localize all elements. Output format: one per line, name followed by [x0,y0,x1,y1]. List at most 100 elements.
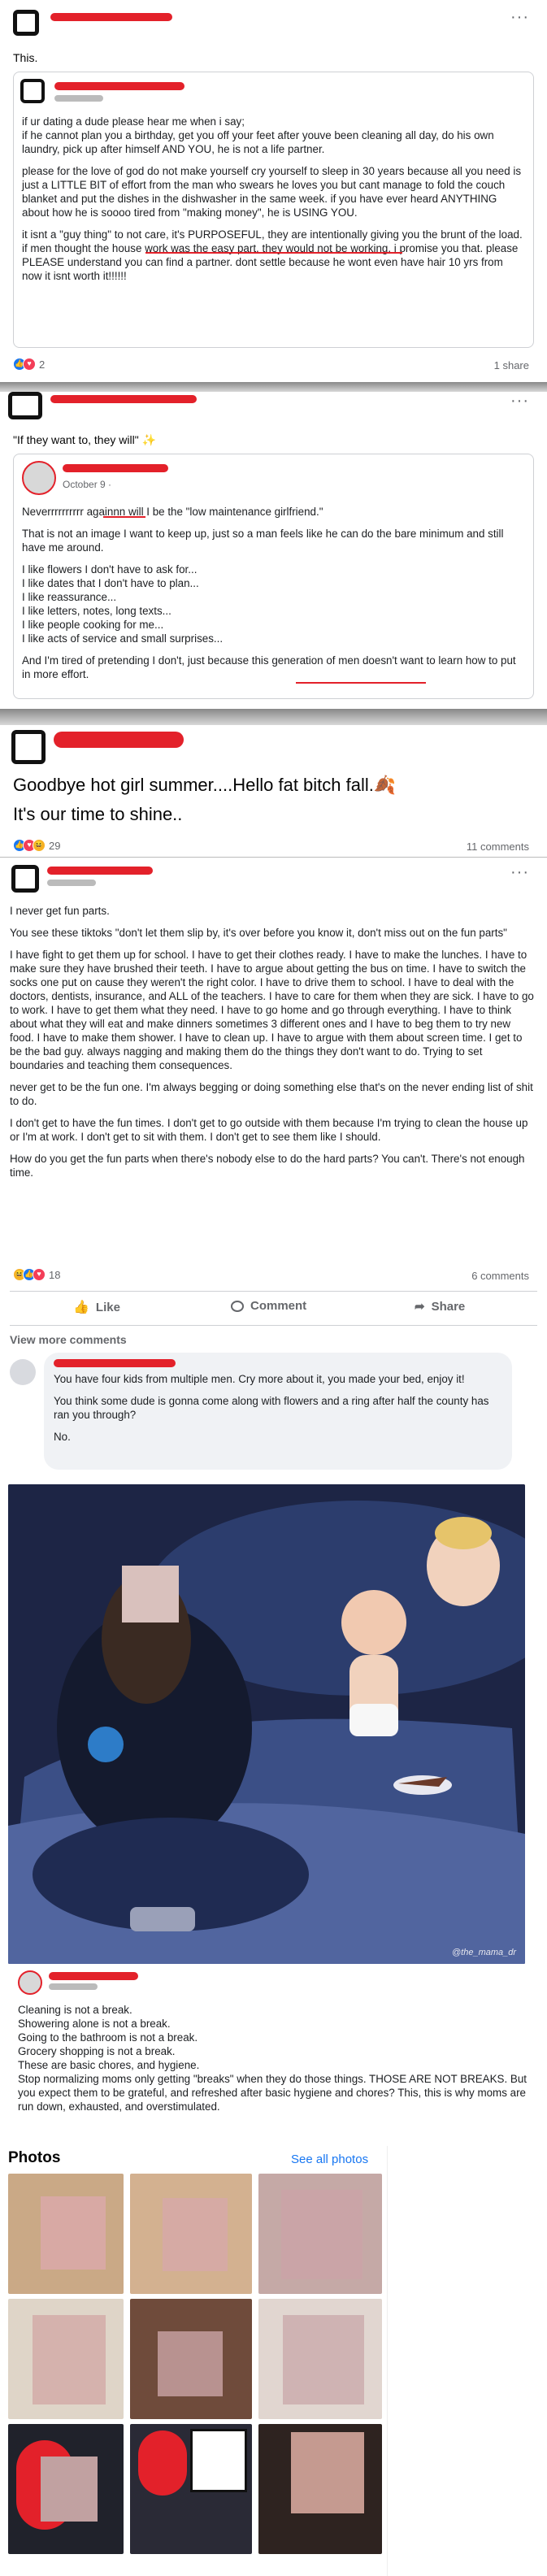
line: These are basic chores, and hygiene. [18,2059,200,2071]
comment-bubble: You have four kids from multiple men. Cr… [44,1353,512,1470]
reactions[interactable]: 😆 👍 ♥ 18 [13,1268,60,1281]
line: Showering alone is not a break. [18,2018,171,2030]
post-body: I never get fun parts. You see these tik… [10,904,536,1188]
comment-line: You have four kids from multiple men. Cr… [54,1373,465,1385]
photo-thumbnail[interactable] [130,2424,252,2554]
share-label: Share [431,1299,466,1314]
card-body: Neverrrrrrrrrr againnn will I be the "lo… [22,505,526,689]
line: Grocery shopping is not a break. [18,2045,176,2057]
redacted-name [47,867,153,875]
divider [10,1325,537,1326]
line: Cleaning is not a break. [18,2004,132,2016]
timestamp [47,880,96,886]
blurred-face [41,2457,98,2522]
blurred-face [163,2198,228,2271]
comment-label: Comment [250,1299,307,1313]
paragraph: if ur dating a dude please hear me when … [22,115,494,155]
love-icon: ♥ [23,358,36,371]
screenshot-page: ··· This. if ur dating a dude please hea… [0,0,547,2576]
paragraph: please for the love of god do not make y… [22,165,522,219]
reaction-count: 18 [49,1268,61,1281]
reactions[interactable]: 👍 ♥ 2 [13,358,45,371]
avatar[interactable] [11,730,46,764]
redacted-name [54,732,184,748]
blurred-face [33,2315,106,2404]
share-button[interactable]: ➦ Share [415,1299,465,1314]
divider [0,857,547,858]
commenter-avatar[interactable] [10,1359,36,1385]
redaction-mark [190,2429,247,2492]
view-more-comments-link[interactable]: View more comments [10,1333,127,1346]
underline-annotation [103,516,145,518]
photo-thumbnail[interactable] [8,2424,124,2554]
post-1: ··· This. if ur dating a dude please hea… [0,0,547,382]
timestamp [49,1983,98,1990]
divider [10,1291,537,1292]
empty-column [387,2146,547,2576]
post-body: Cleaning is not a break. Showering alone… [18,2003,530,2113]
blurred-face [158,2331,223,2396]
like-button[interactable]: 👍 Like [73,1299,120,1315]
avatar[interactable] [13,10,39,36]
photo-thumbnail[interactable] [258,2299,382,2419]
illustration-image[interactable]: @the_mama_dr [8,1484,525,1964]
post-5: @the_mama_dr Cleaning is not a break. Sh… [0,1478,547,2152]
avatar[interactable] [18,1970,42,1995]
post-4: ··· I never get fun parts. You see these… [0,860,547,1478]
more-options-icon[interactable]: ··· [510,392,529,411]
redacted-name [63,464,168,472]
paragraph: Neverrrrrrrrrr againnn will I be the "lo… [22,506,323,518]
share-count[interactable]: 1 share [494,359,529,371]
avatar[interactable] [8,392,42,419]
redacted-name [49,1972,138,1980]
avatar [22,461,56,495]
redacted-name [50,13,172,21]
watermark: @the_mama_dr [452,1948,517,1957]
paragraph: That is not an image I want to keep up, … [22,528,504,554]
like-label: Like [95,1300,120,1314]
reactions[interactable]: 👍 ♥ 😆 29 [13,839,60,852]
shared-post-card[interactable]: October 9 · Neverrrrrrrrrr againnn will … [13,454,534,699]
post-2: ··· "If they want to, they will" ✨ Octob… [0,392,547,709]
blurred-face [281,2190,362,2279]
love-icon: ♥ [33,1268,46,1281]
avatar [20,79,45,103]
paragraph: And I'm tired of pretending I don't, jus… [22,654,516,680]
underline-annotation [296,682,426,684]
photo-thumbnail[interactable] [130,2299,252,2419]
shared-post-card[interactable]: if ur dating a dude please hear me when … [13,72,534,348]
photo-thumbnail[interactable] [258,2174,382,2294]
timestamp [54,95,103,102]
redaction-mark [138,2430,187,2496]
post-text: "If they want to, they will" ✨ [13,433,156,446]
post-text: Goodbye hot girl summer....Hello fat bit… [13,775,397,795]
paragraph: How do you get the fun parts when there'… [10,1153,525,1179]
blurred-face [41,2196,106,2270]
comment-body: You have four kids from multiple men. Cr… [54,1372,506,1452]
photo-thumbnail[interactable] [130,2174,252,2294]
photo-thumbnail[interactable] [258,2424,382,2554]
reaction-count: 2 [39,358,46,371]
line: Going to the bathroom is not a break. [18,2031,198,2044]
comment-button[interactable]: Comment [231,1299,306,1313]
divider [0,382,547,392]
blurred-face [283,2315,364,2404]
redacted-name [54,82,185,90]
thumbs-up-icon: 👍 [73,1301,89,1314]
illustration-art [8,1484,525,1964]
avatar[interactable] [11,865,39,893]
more-options-icon[interactable]: ··· [510,863,529,882]
paragraph: it isnt a "guy thing" to not care, it's … [22,228,523,282]
comment-count[interactable]: 6 comments [471,1270,529,1282]
redacted-name [54,1359,176,1367]
photo-thumbnail[interactable] [8,2174,124,2294]
see-all-photos-link[interactable]: See all photos [291,2152,368,2166]
comment-line: No. [54,1431,71,1443]
comment-count[interactable]: 11 comments [467,841,529,853]
more-options-icon[interactable]: ··· [510,8,529,27]
share-icon: ➦ [415,1300,425,1314]
photo-thumbnail[interactable] [8,2299,124,2419]
line: Stop normalizing moms only getting "brea… [18,2073,527,2113]
divider [0,709,547,725]
paragraph: I have fight to get them up for school. … [10,949,534,1071]
